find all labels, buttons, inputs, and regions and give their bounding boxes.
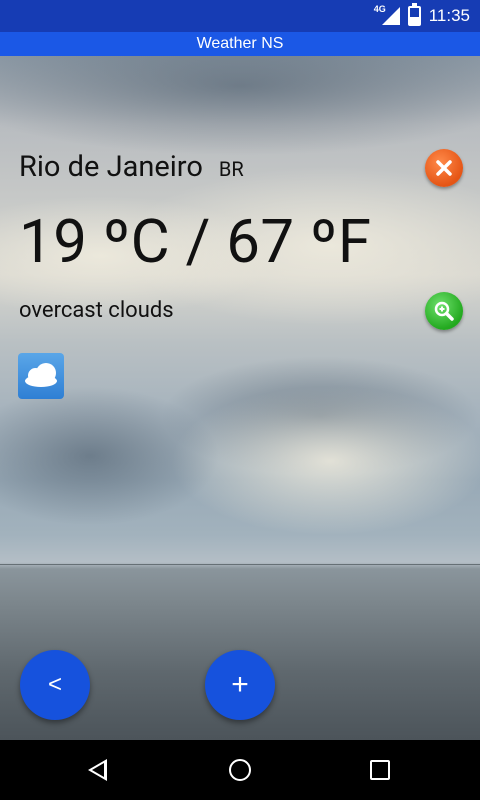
close-icon bbox=[436, 160, 452, 176]
previous-city-button[interactable]: < bbox=[20, 650, 90, 720]
search-city-button[interactable] bbox=[425, 292, 463, 330]
add-label: + bbox=[231, 668, 249, 701]
home-icon[interactable] bbox=[229, 759, 251, 781]
add-city-button[interactable]: + bbox=[205, 650, 275, 720]
recents-icon[interactable] bbox=[370, 760, 390, 780]
temperature: 19 ºC / 67 ºF bbox=[19, 206, 372, 277]
battery-icon bbox=[407, 3, 421, 26]
country-code: BR bbox=[218, 157, 244, 181]
location: Rio de Janeiro BR bbox=[19, 150, 244, 184]
app-title: Weather NS bbox=[196, 35, 284, 52]
cloud-icon bbox=[18, 353, 64, 399]
clock: 11:35 bbox=[428, 6, 470, 25]
status-icons: 4G 11:35 bbox=[374, 0, 470, 32]
status-bar: 4G 11:35 bbox=[0, 0, 480, 32]
remove-city-button[interactable] bbox=[425, 149, 463, 187]
weather-condition: overcast clouds bbox=[19, 298, 174, 323]
app-title-bar: Weather NS bbox=[0, 32, 480, 56]
back-label: < bbox=[47, 671, 62, 698]
search-zoom-icon bbox=[434, 301, 454, 321]
back-icon[interactable] bbox=[88, 759, 107, 781]
signal-icon: 4G bbox=[374, 4, 400, 25]
city-name: Rio de Janeiro bbox=[19, 150, 203, 184]
